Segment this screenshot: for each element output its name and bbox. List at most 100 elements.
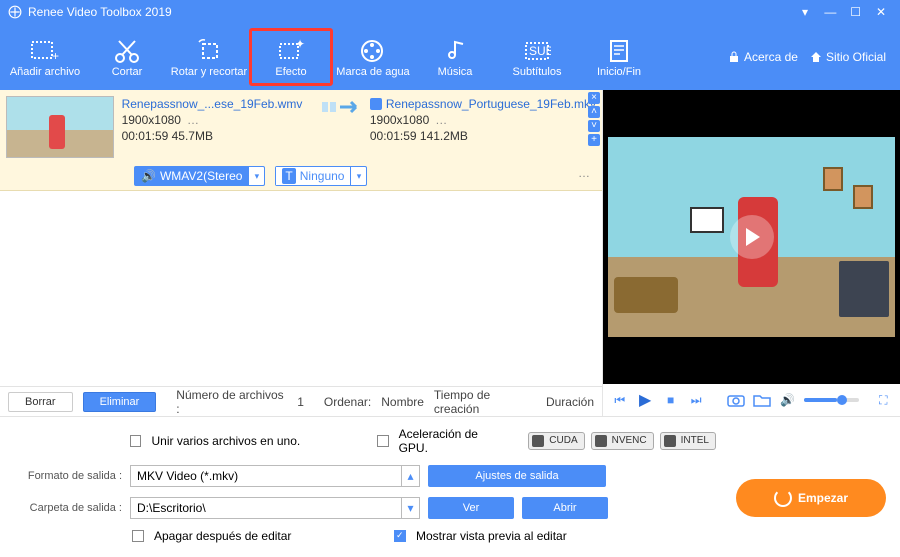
open-button[interactable]: Abrir xyxy=(522,497,608,519)
source-filename: Renepassnow_...ese_19Feb.wmv xyxy=(122,96,318,112)
watermark-label: Marca de agua xyxy=(336,66,409,78)
sort-by-time[interactable]: Tiempo de creación xyxy=(434,388,536,416)
subtitles-icon: SUB xyxy=(523,38,551,64)
rotate-crop-button[interactable]: Rotar y recortar xyxy=(168,29,250,85)
svg-text:+: + xyxy=(52,49,59,63)
preview-checkbox[interactable] xyxy=(394,530,406,542)
file-count-label: Número de archivos : xyxy=(176,388,287,416)
output-settings: Unir varios archivos en uno. Aceleración… xyxy=(0,416,900,557)
svg-text:SUB: SUB xyxy=(529,44,551,58)
app-title: Renee Video Toolbox 2019 xyxy=(28,5,172,19)
subtitle-track-dropdown[interactable]: TNinguno xyxy=(275,166,367,186)
subtitles-label: Subtítulos xyxy=(513,66,562,78)
output-folder-label: Carpeta de salida : xyxy=(14,502,122,514)
gpu-checkbox[interactable] xyxy=(377,435,389,447)
stop-button[interactable]: ■ xyxy=(662,391,679,409)
sort-by-name[interactable]: Nombre xyxy=(381,395,424,409)
add-file-button[interactable]: + Añadir archivo xyxy=(4,29,86,85)
file-thumbnail xyxy=(6,96,114,158)
output-format-label: Formato de salida : xyxy=(14,470,122,482)
crop-rotate-icon xyxy=(195,38,223,64)
move-down-button[interactable]: ˅ xyxy=(588,120,600,132)
chevron-down-icon[interactable]: ▴ xyxy=(401,466,419,486)
main-toolbar: + Añadir archivo Cortar Rotar y recortar… xyxy=(0,24,900,90)
source-duration-size: 00:01:59 45.7MB xyxy=(122,128,318,144)
minimize-button[interactable]: — xyxy=(819,2,841,22)
view-button[interactable]: Ver xyxy=(428,497,514,519)
dest-resolution: 1900x1080 xyxy=(370,112,429,128)
music-note-icon xyxy=(443,38,467,64)
intro-end-button[interactable]: Inicio/Fin xyxy=(578,29,660,85)
intro-end-label: Inicio/Fin xyxy=(597,66,641,78)
remove-button[interactable]: Eliminar xyxy=(83,392,157,412)
merge-checkbox[interactable] xyxy=(130,435,142,447)
file-track-row: 🔊WMAV2(Stereo TNinguno … xyxy=(0,162,602,191)
home-icon xyxy=(810,51,822,63)
watermark-button[interactable]: Marca de agua xyxy=(332,29,414,85)
effect-button[interactable]: ✦ Efecto xyxy=(250,29,332,85)
output-format-dropdown[interactable]: MKV Video (*.mkv) ▴ xyxy=(130,465,420,487)
add-between-button[interactable]: + xyxy=(588,134,600,146)
next-button[interactable]: ⏭ xyxy=(687,391,704,409)
dropdown-icon[interactable]: ▾ xyxy=(794,2,816,22)
intel-badge: INTEL xyxy=(660,432,716,450)
sort-label: Ordenar: xyxy=(324,395,371,409)
add-file-label: Añadir archivo xyxy=(10,66,80,78)
music-label: Música xyxy=(438,66,473,78)
shutdown-label: Apagar después de editar xyxy=(154,529,384,543)
rotate-crop-label: Rotar y recortar xyxy=(171,66,247,78)
scissors-icon xyxy=(113,38,141,64)
maximize-button[interactable]: ☐ xyxy=(845,2,867,22)
lock-icon xyxy=(728,51,740,63)
about-link[interactable]: Acerca de xyxy=(728,50,798,64)
move-up-button[interactable]: ˄ xyxy=(588,106,600,118)
merge-label: Unir varios archivos en uno. xyxy=(151,434,366,448)
subtitles-button[interactable]: SUB Subtítulos xyxy=(496,29,578,85)
start-button[interactable]: Empezar xyxy=(736,479,886,517)
file-list: Renepassnow_...ese_19Feb.wmv 1900x1080… … xyxy=(0,90,602,386)
file-row[interactable]: Renepassnow_...ese_19Feb.wmv 1900x1080… … xyxy=(0,90,602,162)
output-folder-input[interactable]: D:\Escritorio\ ▾ xyxy=(130,497,420,519)
open-folder-button[interactable] xyxy=(753,391,771,409)
preview-label: Mostrar vista previa al editar xyxy=(416,529,567,543)
close-button[interactable]: ✕ xyxy=(870,2,892,22)
title-bar: Renee Video Toolbox 2019 ▾ — ☐ ✕ xyxy=(0,0,900,24)
document-icon xyxy=(605,38,633,64)
output-settings-button[interactable]: Ajustes de salida xyxy=(428,465,606,487)
effect-label: Efecto xyxy=(275,66,306,78)
play-button[interactable]: ▶ xyxy=(636,391,653,409)
file-count-value: 1 xyxy=(297,395,304,409)
list-footer: Borrar Eliminar Número de archivos : 1 O… xyxy=(0,386,602,416)
prev-button[interactable]: ⏮ xyxy=(611,391,628,409)
volume-icon[interactable]: 🔊 xyxy=(779,391,796,409)
film-sparkle-icon: ✦ xyxy=(277,38,305,64)
cut-button[interactable]: Cortar xyxy=(86,29,168,85)
player-controls: ⏮ ▶ ■ ⏭ 🔊 ⛶ xyxy=(603,384,900,416)
sort-by-duration[interactable]: Duración xyxy=(546,395,594,409)
preview-panel: ⏮ ▶ ■ ⏭ 🔊 ⛶ xyxy=(603,90,900,416)
snapshot-button[interactable] xyxy=(727,391,745,409)
gpu-label: Aceleración de GPU. xyxy=(399,427,509,455)
chevron-down-icon[interactable]: ▾ xyxy=(401,498,419,518)
app-logo-icon xyxy=(8,5,22,19)
audio-track-dropdown[interactable]: 🔊WMAV2(Stereo xyxy=(134,166,265,186)
play-overlay-button[interactable] xyxy=(730,215,774,259)
film-reel-icon xyxy=(358,38,388,64)
dest-duration-size: 00:01:59 141.2MB xyxy=(370,128,596,144)
music-button[interactable]: Música xyxy=(414,29,496,85)
official-site-link[interactable]: Sitio Oficial xyxy=(810,50,886,64)
window-controls: ▾ — ☐ ✕ xyxy=(794,2,892,22)
svg-text:✦: ✦ xyxy=(295,38,305,51)
delete-button[interactable]: Borrar xyxy=(8,392,73,412)
dest-filename: Renepassnow_Portuguese_19Feb.mkv xyxy=(386,96,596,112)
fullscreen-button[interactable]: ⛶ xyxy=(875,391,892,409)
shutdown-checkbox[interactable] xyxy=(132,530,144,542)
edit-icon[interactable] xyxy=(370,98,382,110)
nvenc-badge: NVENC xyxy=(591,432,654,450)
volume-slider[interactable] xyxy=(804,398,858,402)
video-preview[interactable] xyxy=(603,90,900,384)
source-resolution: 1900x1080 xyxy=(122,112,181,128)
conversion-arrow-icon xyxy=(317,96,370,118)
close-file-button[interactable]: × xyxy=(588,92,600,104)
filmstrip-add-icon: + xyxy=(30,38,60,64)
